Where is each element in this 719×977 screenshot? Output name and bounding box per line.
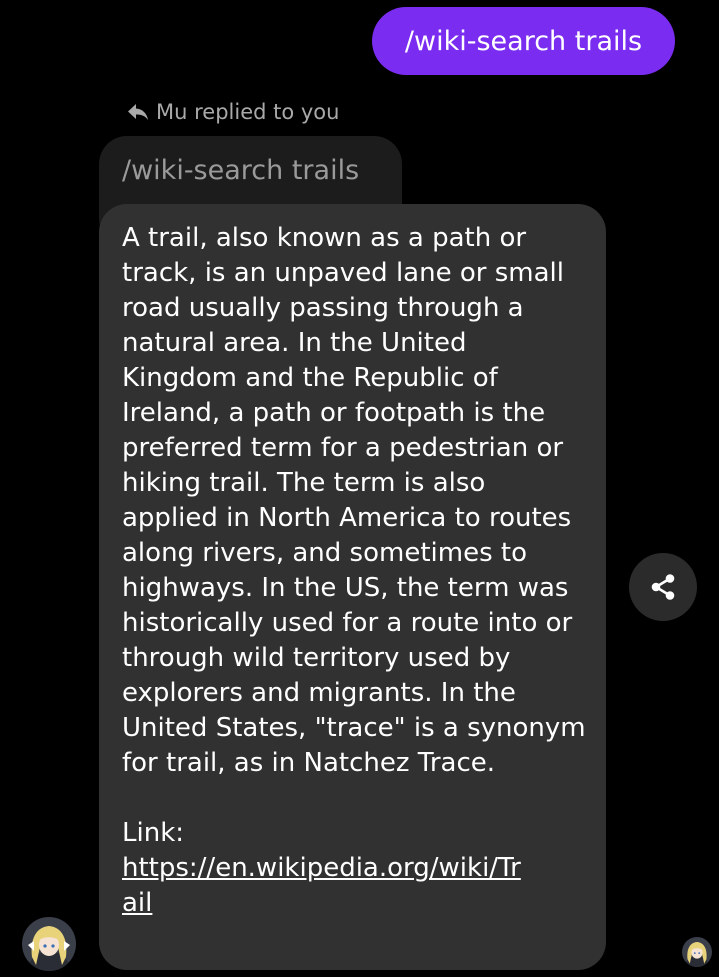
- quoted-message-text: /wiki-search trails: [122, 155, 360, 186]
- sent-message-text: /wiki-search trails: [404, 25, 643, 57]
- reply-meta-label: Mu replied to you: [156, 100, 340, 124]
- reply-indicator: Mu replied to you: [126, 98, 339, 126]
- reply-message-bubble[interactable]: A trail, also known as a path or track, …: [99, 204, 606, 970]
- anime-character-avatar-icon: [22, 917, 76, 971]
- chat-screen: /wiki-search trails Mu replied to you /w…: [0, 0, 719, 977]
- link-label: Link:: [122, 818, 185, 848]
- sender-avatar[interactable]: [22, 917, 76, 971]
- share-icon: [651, 574, 675, 600]
- reply-message-text: A trail, also known as a path or track, …: [122, 223, 586, 778]
- anime-character-avatar-icon: [682, 937, 712, 967]
- reply-arrow-icon: [128, 104, 148, 120]
- sent-message-bubble[interactable]: /wiki-search trails: [372, 7, 675, 75]
- read-receipt-avatar: [682, 937, 712, 967]
- wikipedia-link[interactable]: https://en.wikipedia.org/wiki/Trail: [122, 851, 532, 921]
- share-button[interactable]: [629, 553, 697, 621]
